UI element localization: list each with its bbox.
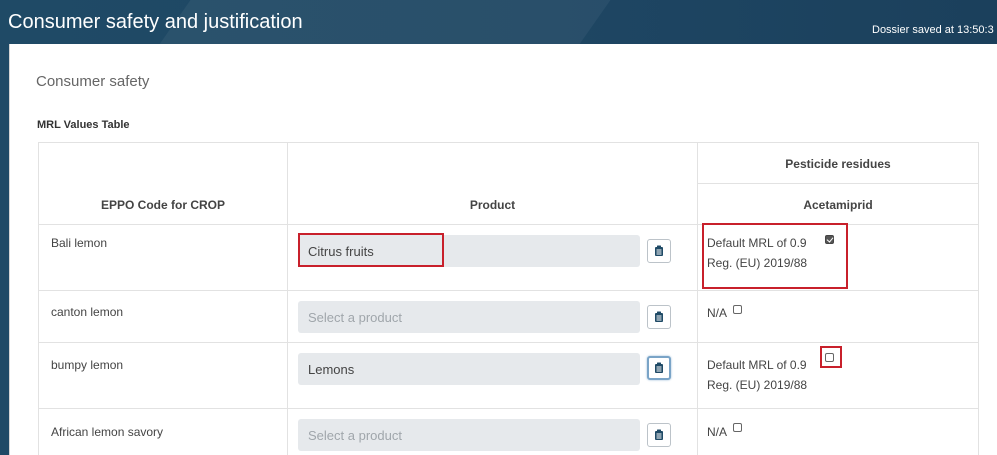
table-border-left [38,142,39,455]
table-title: MRL Values Table [37,119,130,131]
clipboard-icon [655,311,663,322]
app-header: Consumer safety and justification Dossie… [0,0,997,44]
highlight-mrl-default [702,223,848,289]
highlight-unchecked-checkbox [820,346,842,368]
product-picker-button[interactable] [647,423,671,447]
crop-name: African lemon savory [51,425,164,439]
crop-name: bumpy lemon [51,358,124,372]
header-pesticide-residues: Pesticide residues [785,157,891,171]
save-status: Dossier saved at 13:50:3 [872,24,994,36]
section-title: Consumer safety [36,73,150,90]
header-product: Product [469,198,516,212]
clipboard-icon [655,245,663,256]
sidebar-stripe [0,44,9,455]
crop-name: canton lemon [51,305,124,319]
table-row-line [38,408,979,409]
table-row-line [38,290,979,291]
mrl-na-text: N/A [707,306,728,320]
product-picker-button[interactable] [647,356,671,380]
crop-name: Bali lemon [51,236,108,250]
table-border-right [978,142,979,455]
mrl-regulation-text: Reg. (EU) 2019/88 [707,378,808,392]
product-placeholder: Select a product [308,310,402,325]
table-subheader-line [698,183,979,184]
product-select[interactable]: Lemons [298,353,640,385]
product-picker-button[interactable] [647,305,671,329]
product-value: Lemons [308,362,355,377]
clipboard-icon [655,362,663,373]
table-row-line [38,342,979,343]
product-select[interactable]: Select a product [298,419,640,451]
header-substance: Acetamiprid [803,198,873,212]
table-border-top [38,142,979,143]
mrl-na-checkbox[interactable] [733,305,742,314]
highlight-product-citrus [298,233,444,267]
clipboard-icon [655,429,663,440]
table-col-line [697,142,698,455]
product-select[interactable]: Select a product [298,301,640,333]
mrl-default-text: Default MRL of 0.9 [707,358,807,372]
page-title: Consumer safety and justification [8,11,303,33]
table-col-line [287,142,288,455]
content-border [9,44,10,455]
product-picker-button[interactable] [647,239,671,263]
mrl-na-checkbox[interactable] [733,423,742,432]
mrl-na-text: N/A [707,425,728,439]
product-placeholder: Select a product [308,428,402,443]
header-eppo-code: EPPO Code for CROP [100,198,225,212]
